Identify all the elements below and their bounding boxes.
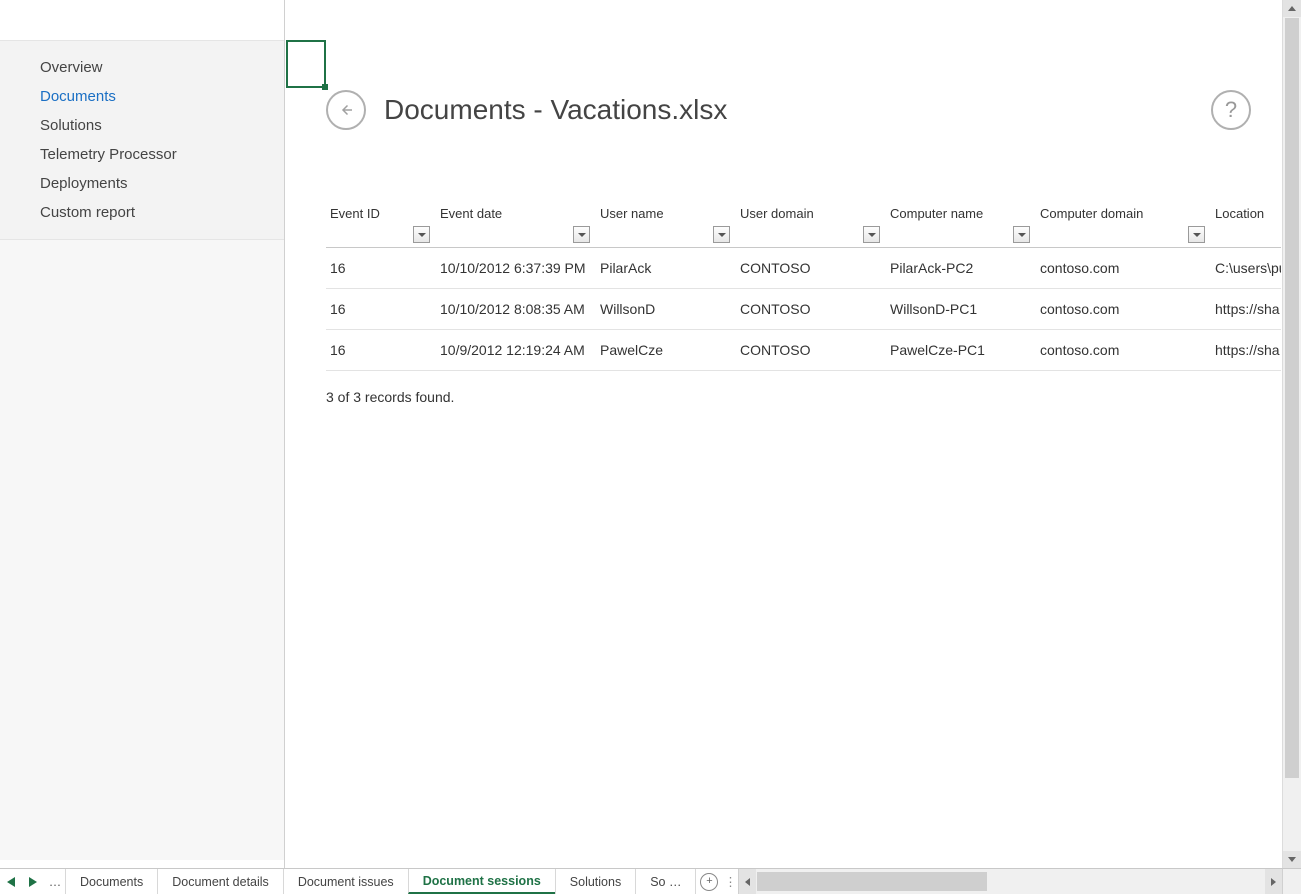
cell-computer-domain: contoso.com bbox=[1036, 248, 1211, 289]
cell-user-domain: CONTOSO bbox=[736, 248, 886, 289]
arrow-left-icon bbox=[337, 101, 355, 119]
back-button[interactable] bbox=[326, 90, 366, 130]
filter-dropdown-icon[interactable] bbox=[573, 226, 590, 243]
sheet-tab-strip: … Documents Document details Document is… bbox=[0, 868, 1301, 894]
cell-event-id: 16 bbox=[326, 330, 436, 371]
sheet-tab-overflow[interactable]: So … bbox=[635, 869, 696, 894]
horizontal-scroll-thumb[interactable] bbox=[757, 872, 987, 891]
filter-dropdown-icon[interactable] bbox=[1013, 226, 1030, 243]
sidebar-item-solutions[interactable]: Solutions bbox=[0, 111, 284, 140]
cell-computer-domain: contoso.com bbox=[1036, 330, 1211, 371]
col-header-location[interactable]: Location bbox=[1211, 200, 1281, 248]
sheet-nav-next[interactable] bbox=[22, 869, 44, 894]
cell-user-domain: CONTOSO bbox=[736, 330, 886, 371]
col-header-label: User domain bbox=[740, 206, 814, 221]
triangle-left-icon bbox=[7, 877, 15, 887]
horizontal-scrollbar[interactable] bbox=[738, 869, 1282, 894]
sidebar-nav: Overview Documents Solutions Telemetry P… bbox=[0, 40, 284, 240]
sidebar-header-blank bbox=[0, 0, 284, 40]
col-header-label: Location bbox=[1215, 206, 1264, 221]
spreadsheet-cell-cursor[interactable] bbox=[286, 40, 326, 88]
cell-user-name: WillsonD bbox=[596, 289, 736, 330]
vertical-dots-icon: ⋮ bbox=[724, 874, 737, 889]
filter-dropdown-icon[interactable] bbox=[863, 226, 880, 243]
add-sheet-button[interactable]: + bbox=[696, 869, 722, 894]
cell-location: C:\users\pu bbox=[1211, 248, 1281, 289]
cell-event-id: 16 bbox=[326, 248, 436, 289]
main-content: Documents - Vacations.xlsx ? Event ID Ev… bbox=[286, 0, 1281, 868]
cell-computer-domain: contoso.com bbox=[1036, 289, 1211, 330]
sheet-tab-document-details[interactable]: Document details bbox=[157, 869, 284, 894]
sidebar: Overview Documents Solutions Telemetry P… bbox=[0, 0, 285, 868]
sidebar-item-deployments[interactable]: Deployments bbox=[0, 169, 284, 198]
cell-event-date: 10/10/2012 8:08:35 AM bbox=[436, 289, 596, 330]
filter-dropdown-icon[interactable] bbox=[1188, 226, 1205, 243]
cell-event-date: 10/10/2012 6:37:39 PM bbox=[436, 248, 596, 289]
page-header: Documents - Vacations.xlsx ? bbox=[326, 90, 1251, 130]
cell-computer-name: PilarAck-PC2 bbox=[886, 248, 1036, 289]
cell-user-name: PilarAck bbox=[596, 248, 736, 289]
cell-computer-name: PawelCze-PC1 bbox=[886, 330, 1036, 371]
cell-location: https://sha bbox=[1211, 289, 1281, 330]
col-header-user-name[interactable]: User name bbox=[596, 200, 736, 248]
vertical-scroll-thumb[interactable] bbox=[1285, 18, 1299, 778]
col-header-computer-name[interactable]: Computer name bbox=[886, 200, 1036, 248]
sidebar-filler bbox=[0, 240, 284, 860]
col-header-user-domain[interactable]: User domain bbox=[736, 200, 886, 248]
col-header-label: Computer name bbox=[890, 206, 983, 221]
table-row[interactable]: 16 10/10/2012 8:08:35 AM WillsonD CONTOS… bbox=[326, 289, 1281, 330]
col-header-event-date[interactable]: Event date bbox=[436, 200, 596, 248]
cell-location: https://sha bbox=[1211, 330, 1281, 371]
sheet-nav-more[interactable]: … bbox=[44, 869, 66, 894]
sheet-tab-document-issues[interactable]: Document issues bbox=[283, 869, 409, 894]
triangle-right-icon bbox=[29, 877, 37, 887]
col-header-label: Event ID bbox=[330, 206, 380, 221]
cell-event-id: 16 bbox=[326, 289, 436, 330]
table-row[interactable]: 16 10/10/2012 6:37:39 PM PilarAck CONTOS… bbox=[326, 248, 1281, 289]
col-header-event-id[interactable]: Event ID bbox=[326, 200, 436, 248]
filter-dropdown-icon[interactable] bbox=[713, 226, 730, 243]
sidebar-item-telemetry-processor[interactable]: Telemetry Processor bbox=[0, 140, 284, 169]
sheet-tab-solutions[interactable]: Solutions bbox=[555, 869, 636, 894]
cell-event-date: 10/9/2012 12:19:24 AM bbox=[436, 330, 596, 371]
scroll-down-arrow-icon[interactable] bbox=[1283, 851, 1301, 868]
filter-dropdown-icon[interactable] bbox=[413, 226, 430, 243]
plus-icon: + bbox=[700, 873, 718, 891]
col-header-label: Event date bbox=[440, 206, 502, 221]
sheet-tab-documents[interactable]: Documents bbox=[65, 869, 158, 894]
cell-computer-name: WillsonD-PC1 bbox=[886, 289, 1036, 330]
scrollbar-corner bbox=[1282, 869, 1301, 894]
col-header-label: User name bbox=[600, 206, 664, 221]
col-header-computer-domain[interactable]: Computer domain bbox=[1036, 200, 1211, 248]
vertical-scrollbar[interactable] bbox=[1282, 0, 1301, 868]
question-icon: ? bbox=[1225, 97, 1237, 123]
sidebar-item-custom-report[interactable]: Custom report bbox=[0, 198, 284, 227]
scroll-right-arrow-icon[interactable] bbox=[1265, 869, 1282, 894]
ellipsis-icon: … bbox=[49, 875, 62, 889]
table-header-row: Event ID Event date User name User domai… bbox=[326, 200, 1281, 248]
page-title: Documents - Vacations.xlsx bbox=[384, 94, 1211, 126]
sheet-options[interactable]: ⋮ bbox=[722, 869, 738, 894]
scroll-left-arrow-icon[interactable] bbox=[739, 869, 756, 894]
sheet-nav-prev[interactable] bbox=[0, 869, 22, 894]
cell-user-domain: CONTOSO bbox=[736, 289, 886, 330]
help-button[interactable]: ? bbox=[1211, 90, 1251, 130]
sidebar-item-documents[interactable]: Documents bbox=[0, 82, 284, 111]
scroll-up-arrow-icon[interactable] bbox=[1283, 0, 1301, 17]
sidebar-item-overview[interactable]: Overview bbox=[0, 53, 284, 82]
data-table: Event ID Event date User name User domai… bbox=[326, 200, 1281, 405]
cell-user-name: PawelCze bbox=[596, 330, 736, 371]
records-found-label: 3 of 3 records found. bbox=[326, 389, 1281, 405]
sheet-tab-document-sessions[interactable]: Document sessions bbox=[408, 869, 556, 894]
col-header-label: Computer domain bbox=[1040, 206, 1143, 221]
table-row[interactable]: 16 10/9/2012 12:19:24 AM PawelCze CONTOS… bbox=[326, 330, 1281, 371]
